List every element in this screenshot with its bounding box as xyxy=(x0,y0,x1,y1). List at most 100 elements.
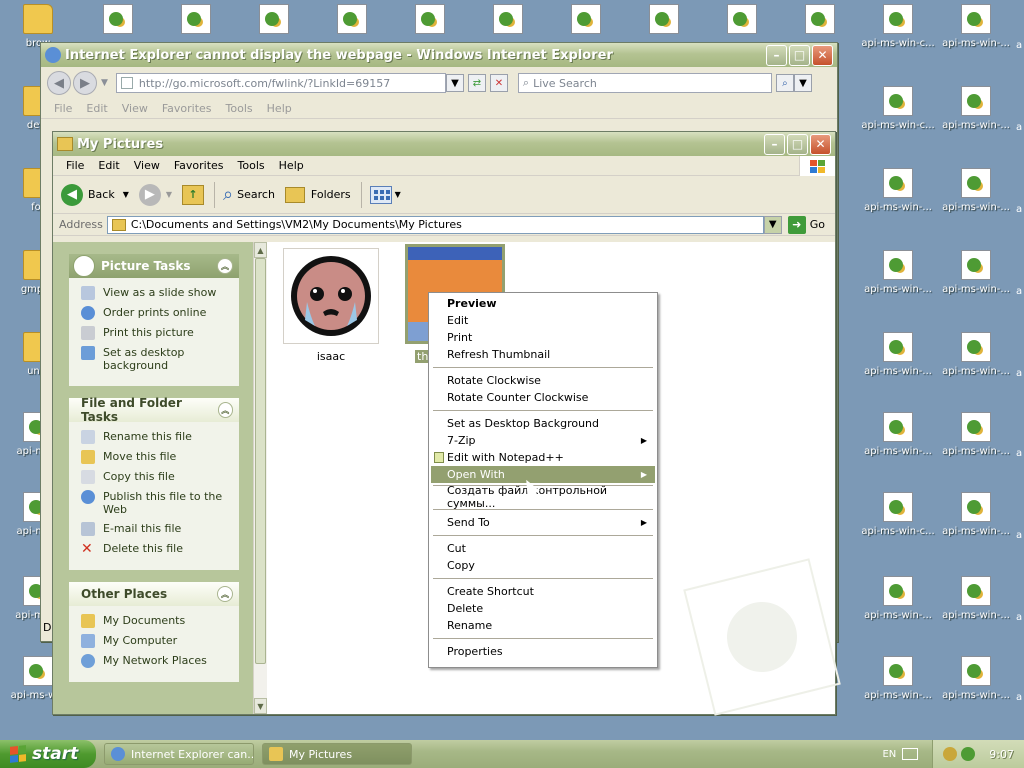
desktop-icon[interactable]: api-ms-win-c... xyxy=(860,4,936,76)
file-thumbnail[interactable]: isaac xyxy=(281,248,381,363)
menu-item-open-with[interactable]: Open With ▶ xyxy=(431,466,655,483)
menu-item-refresh-thumbnail[interactable]: Refresh Thumbnail xyxy=(431,346,655,363)
go-button[interactable]: ➜ Go xyxy=(787,215,825,234)
ie-search-button[interactable]: ⌕ xyxy=(775,74,794,92)
menu-item-delete[interactable]: Delete xyxy=(431,600,655,617)
menu-help[interactable]: Help xyxy=(272,159,311,172)
desktop-icon[interactable]: api-ms-win-... xyxy=(938,656,1014,728)
task-view-slideshow[interactable]: View as a slide show xyxy=(81,286,231,300)
scroll-down-icon[interactable]: ▼ xyxy=(254,698,267,714)
task-copy-file[interactable]: Copy this file xyxy=(81,470,231,484)
desktop-icon[interactable]: api-ms-win-c... xyxy=(860,492,936,564)
keyboard-icon[interactable] xyxy=(902,748,919,760)
desktop-icon[interactable]: api-ms-win-... xyxy=(860,168,936,240)
up-folder-button[interactable]: ↑ xyxy=(182,184,205,205)
task-print-picture[interactable]: Print this picture xyxy=(81,326,231,340)
menu-item-7zip[interactable]: 7-Zip ▶ xyxy=(431,432,655,449)
ie-stop-button[interactable]: ✕ xyxy=(489,74,508,92)
explorer-minimize-button[interactable]: – xyxy=(764,133,785,155)
desktop-icon[interactable]: api-ms-win-... xyxy=(860,332,936,404)
ie-refresh-button[interactable]: ⇄ xyxy=(467,74,486,92)
ie-search-input[interactable]: ⌕ Live Search xyxy=(517,73,772,93)
forward-dropdown-icon[interactable]: ▼ xyxy=(166,190,172,199)
explorer-titlebar[interactable]: My Pictures – □ ✕ xyxy=(53,132,835,156)
desktop-icon[interactable]: api-ms-win-... xyxy=(860,250,936,322)
menu-item-rotate-counter-clockwise[interactable]: Rotate Counter Clockwise xyxy=(431,389,655,406)
task-move-file[interactable]: Move this file xyxy=(81,450,231,464)
ie-menu-file[interactable]: File xyxy=(47,102,79,115)
search-button[interactable]: ⌕ Search xyxy=(223,184,275,205)
address-input[interactable]: C:\Documents and Settings\VM2\My Documen… xyxy=(106,215,764,234)
folders-button[interactable]: Folders xyxy=(284,186,351,203)
menu-item-preview[interactable]: Preview xyxy=(431,295,655,312)
desktop-icon[interactable]: api-ms-win-... xyxy=(938,86,1014,158)
menu-tools[interactable]: Tools xyxy=(231,159,272,172)
menu-edit[interactable]: Edit xyxy=(91,159,126,172)
ie-menu-edit[interactable]: Edit xyxy=(79,102,114,115)
ie-search-options-icon[interactable]: ▼ xyxy=(793,74,812,92)
ie-history-dropdown-icon[interactable]: ▼ xyxy=(101,78,108,88)
ie-menu-tools[interactable]: Tools xyxy=(219,102,260,115)
menu-favorites[interactable]: Favorites xyxy=(167,159,231,172)
menu-file[interactable]: File xyxy=(59,159,91,172)
ie-menu-help[interactable]: Help xyxy=(260,102,299,115)
address-dropdown-icon[interactable]: ▼ xyxy=(763,215,782,234)
place-my-network-places[interactable]: My Network Places xyxy=(81,654,231,668)
menu-view[interactable]: View xyxy=(127,159,167,172)
menu-item-edit[interactable]: Edit xyxy=(431,312,655,329)
ie-maximize-button[interactable]: □ xyxy=(789,44,810,66)
menu-item-send-to[interactable]: Send To ▶ xyxy=(431,514,655,531)
other-places-header[interactable]: Other Places ︽ xyxy=(69,582,239,606)
desktop-icon[interactable]: api-ms-win-... xyxy=(860,656,936,728)
desktop-icon[interactable]: api-ms-win-... xyxy=(938,412,1014,484)
picture-tasks-header[interactable]: Picture Tasks ︽ xyxy=(69,254,239,278)
ie-minimize-button[interactable]: – xyxy=(766,44,787,66)
taskbar-item-ie[interactable]: Internet Explorer can... xyxy=(104,743,254,765)
desktop-icon[interactable]: api-ms-win-... xyxy=(938,4,1014,76)
menu-item-properties[interactable]: Properties xyxy=(431,643,655,660)
collapse-icon[interactable]: ︽ xyxy=(217,258,233,274)
task-email-file[interactable]: E-mail this file xyxy=(81,522,231,536)
scroll-up-icon[interactable]: ▲ xyxy=(254,242,267,258)
task-order-prints[interactable]: Order prints online xyxy=(81,306,231,320)
task-pane-scrollbar[interactable]: ▲ ▼ xyxy=(253,242,267,714)
explorer-close-button[interactable]: ✕ xyxy=(810,133,831,155)
ie-menu-favorites[interactable]: Favorites xyxy=(155,102,219,115)
taskbar-item-my-pictures[interactable]: My Pictures xyxy=(262,743,412,765)
task-set-desktop-background[interactable]: Set as desktop background xyxy=(81,346,231,372)
tray-network-icon[interactable] xyxy=(961,747,976,761)
task-publish-file[interactable]: Publish this file to the Web xyxy=(81,490,231,516)
menu-item-copy[interactable]: Copy xyxy=(431,557,655,574)
scroll-thumb[interactable] xyxy=(255,258,266,664)
menu-item-set-desktop-background[interactable]: Set as Desktop Background xyxy=(431,415,655,432)
desktop-icon[interactable]: api-ms-win-... xyxy=(860,576,936,648)
menu-item-cut[interactable]: Cut xyxy=(431,540,655,557)
menu-item-create-shortcut[interactable]: Create Shortcut xyxy=(431,583,655,600)
back-button[interactable]: ◀ Back ▼ xyxy=(61,183,129,206)
views-dropdown-icon[interactable]: ▼ xyxy=(395,190,401,199)
place-my-documents[interactable]: My Documents xyxy=(81,614,231,628)
desktop-icon[interactable]: api-ms-win-... xyxy=(938,168,1014,240)
explorer-maximize-button[interactable]: □ xyxy=(787,133,808,155)
desktop-icon[interactable]: api-ms-win-... xyxy=(938,250,1014,322)
collapse-icon[interactable]: ︽ xyxy=(217,402,233,418)
ie-address-input[interactable]: http://go.microsoft.com/fwlink/?LinkId=6… xyxy=(115,73,446,93)
collapse-icon[interactable]: ︽ xyxy=(217,586,233,602)
views-button[interactable]: ▼ xyxy=(369,185,401,204)
menu-item-rotate-clockwise[interactable]: Rotate Clockwise xyxy=(431,372,655,389)
ie-back-button[interactable]: ◀ xyxy=(47,71,71,95)
task-delete-file[interactable]: ✕ Delete this file xyxy=(81,542,231,556)
task-rename-file[interactable]: Rename this file xyxy=(81,430,231,444)
back-dropdown-icon[interactable]: ▼ xyxy=(123,190,129,199)
language-indicator[interactable]: EN xyxy=(882,749,896,760)
desktop-icon[interactable]: api-ms-win-... xyxy=(938,576,1014,648)
file-folder-tasks-header[interactable]: File and Folder Tasks ︽ xyxy=(69,396,239,424)
desktop-icon[interactable]: api-ms-win-... xyxy=(860,412,936,484)
tray-app-icon[interactable] xyxy=(943,747,958,761)
place-my-computer[interactable]: My Computer xyxy=(81,634,231,648)
forward-button[interactable]: ▶ ▼ xyxy=(138,183,172,206)
ie-close-button[interactable]: ✕ xyxy=(812,44,833,66)
start-button[interactable]: start xyxy=(0,740,96,768)
menu-item-create-checksum[interactable]: Создать файл контрольной суммы... xyxy=(431,484,655,510)
ie-titlebar[interactable]: Internet Explorer cannot display the web… xyxy=(41,43,837,67)
